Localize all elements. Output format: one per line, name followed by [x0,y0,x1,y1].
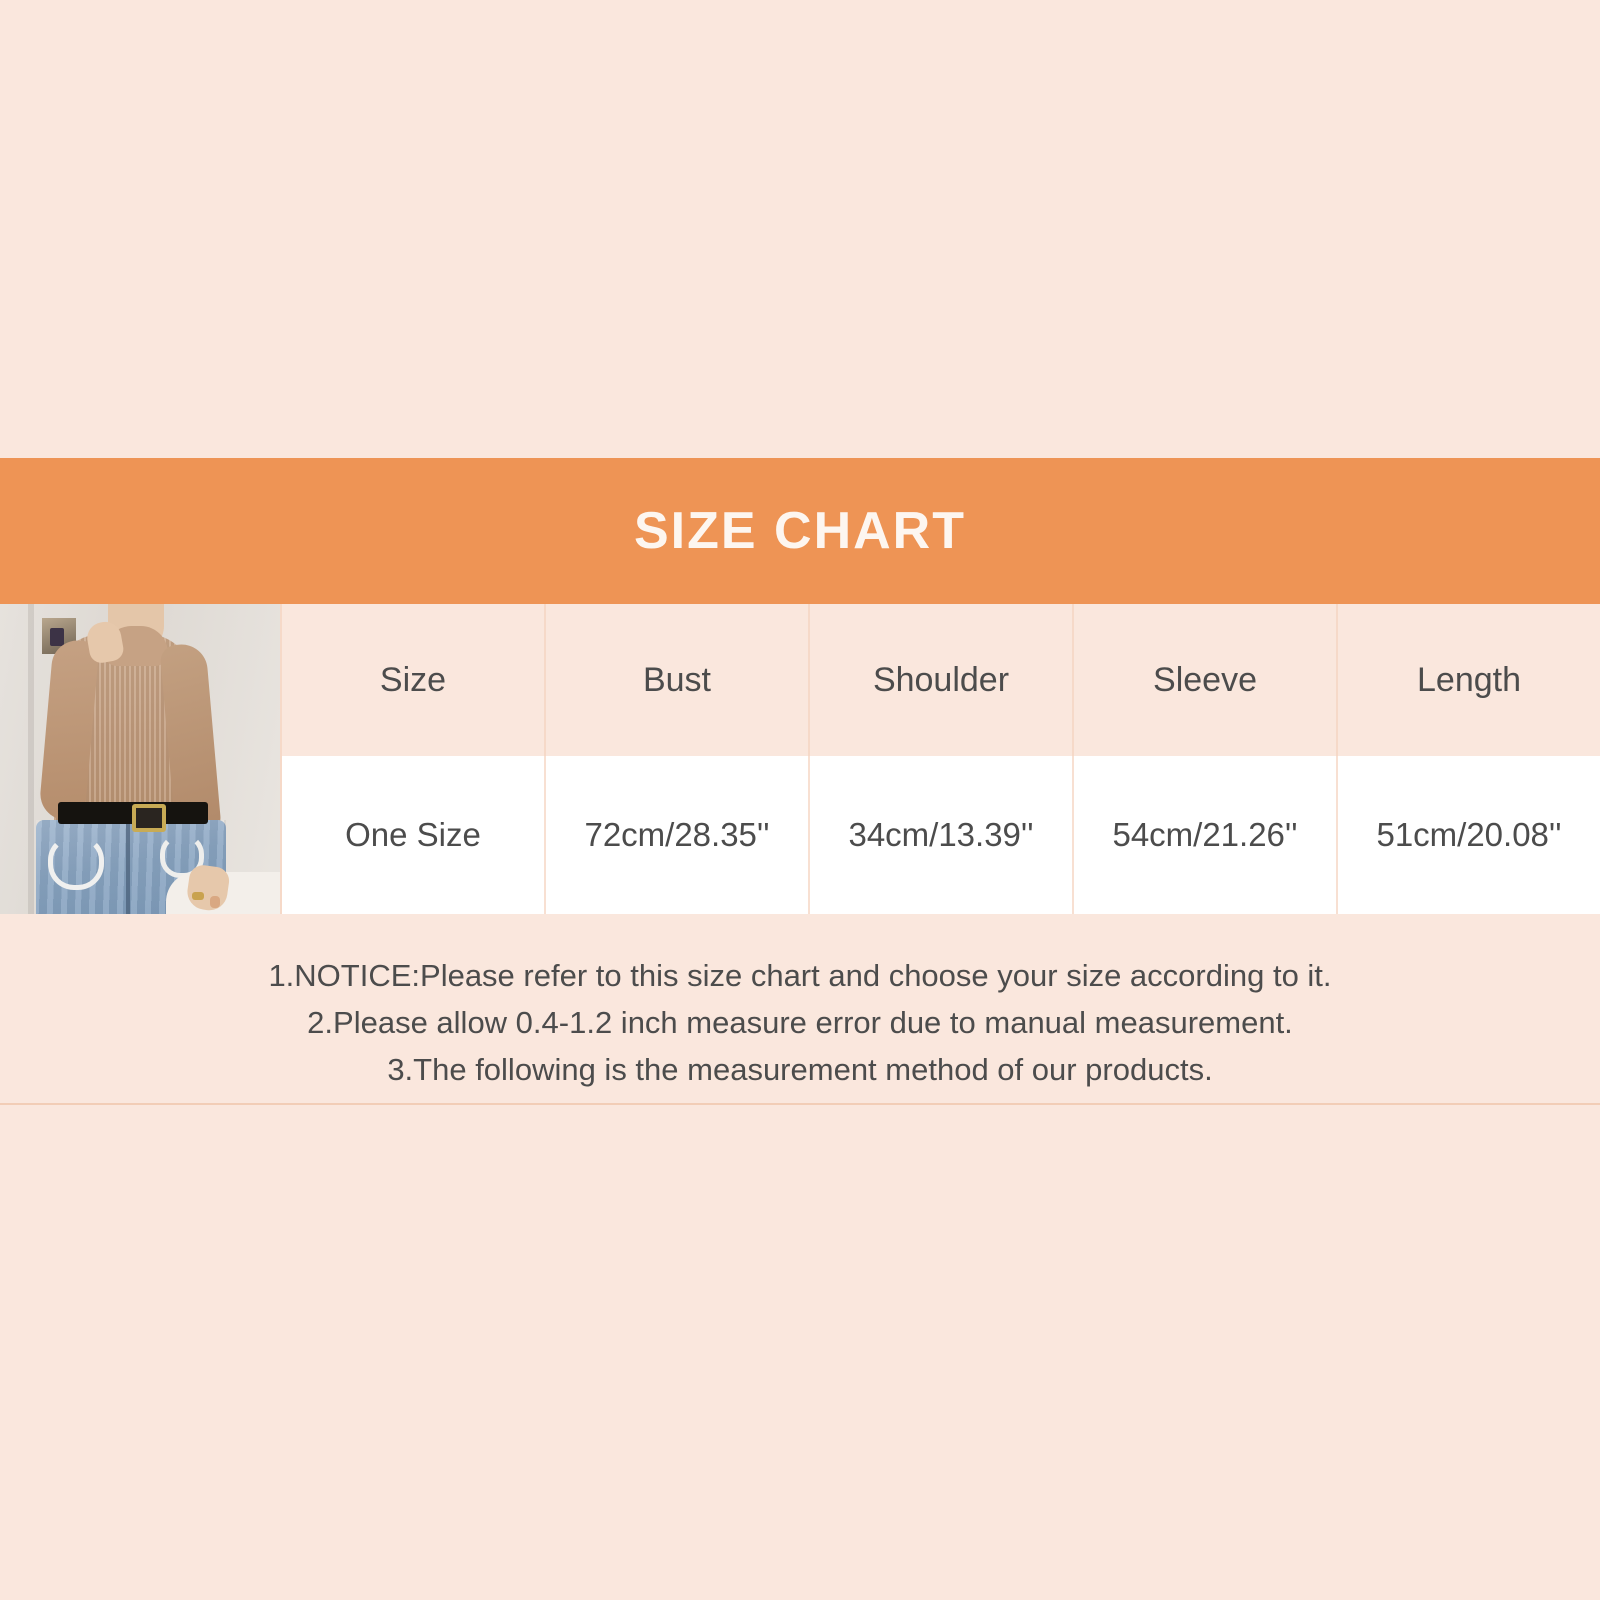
photo-belt-buckle [132,804,166,832]
size-table-block: Size Bust Shoulder Sleeve Length One Siz… [0,604,1600,914]
photo-jeans-seam [126,824,130,914]
size-chart-banner: SIZE CHART [0,458,1600,604]
cell-size: One Size [280,756,544,914]
notice-line-3: 3.The following is the measurement metho… [387,1051,1213,1087]
column-header-bust: Bust [544,604,808,756]
size-table: Size Bust Shoulder Sleeve Length One Siz… [280,604,1600,914]
photo-wall-edge [28,604,34,914]
table-header-row: Size Bust Shoulder Sleeve Length [280,604,1600,756]
cell-sleeve: 54cm/21.26'' [1072,756,1336,914]
column-header-size: Size [280,604,544,756]
column-header-shoulder: Shoulder [808,604,1072,756]
notice-line-1: 1.NOTICE:Please refer to this size chart… [268,957,1332,993]
notice-line-2: 2.Please allow 0.4-1.2 inch measure erro… [307,1004,1293,1040]
notice-bottom-divider [0,1103,1600,1105]
cell-bust: 72cm/28.35'' [544,756,808,914]
product-photo [0,604,280,914]
photo-jeans-left-pocket [48,836,104,890]
cell-shoulder: 34cm/13.39'' [808,756,1072,914]
table-row: One Size 72cm/28.35'' 34cm/13.39'' 54cm/… [280,756,1600,914]
page-title: SIZE CHART [634,502,966,560]
photo-ring [192,892,204,900]
column-header-length: Length [1336,604,1600,756]
notice-block: 1.NOTICE:Please refer to this size chart… [0,914,1600,1104]
cell-length: 51cm/20.08'' [1336,756,1600,914]
column-header-sleeve: Sleeve [1072,604,1336,756]
size-chart-page: SIZE CHART Size Bust Shoulder Sleeve Len… [0,0,1600,1600]
photo-fingernail [210,896,220,908]
